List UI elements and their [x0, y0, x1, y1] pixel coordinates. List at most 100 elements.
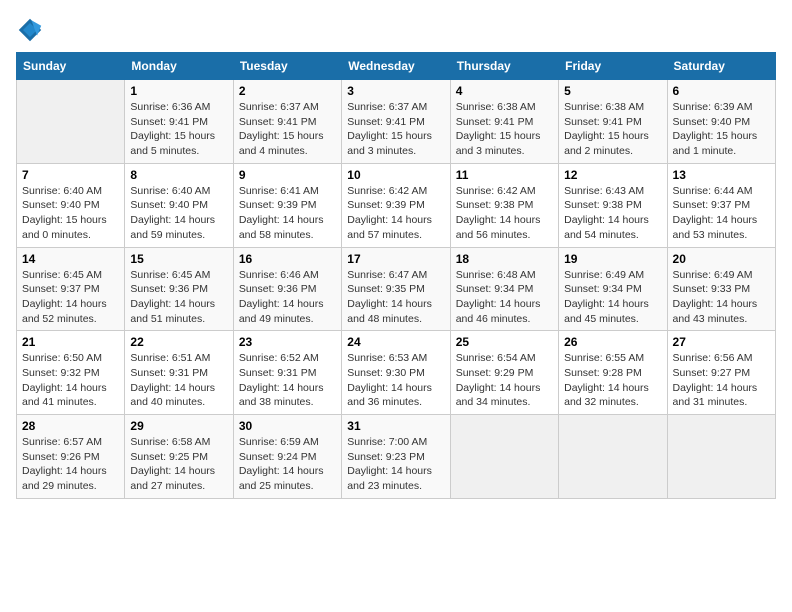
day-number: 5 [564, 84, 661, 98]
page-header [16, 16, 776, 44]
calendar-cell: 27Sunrise: 6:56 AMSunset: 9:27 PMDayligh… [667, 331, 775, 415]
calendar-cell: 19Sunrise: 6:49 AMSunset: 9:34 PMDayligh… [559, 247, 667, 331]
cell-content: Sunrise: 6:52 AM [239, 351, 336, 366]
day-number: 28 [22, 419, 119, 433]
cell-content: Sunset: 9:40 PM [130, 198, 227, 213]
cell-content: Sunset: 9:41 PM [239, 115, 336, 130]
day-number: 18 [456, 252, 553, 266]
cell-content: and 2 minutes. [564, 144, 661, 159]
cell-content: and 32 minutes. [564, 395, 661, 410]
calendar-cell: 25Sunrise: 6:54 AMSunset: 9:29 PMDayligh… [450, 331, 558, 415]
day-number: 10 [347, 168, 444, 182]
cell-content: and 25 minutes. [239, 479, 336, 494]
day-number: 12 [564, 168, 661, 182]
calendar-cell: 1Sunrise: 6:36 AMSunset: 9:41 PMDaylight… [125, 80, 233, 164]
cell-content: Sunrise: 6:57 AM [22, 435, 119, 450]
calendar-cell: 16Sunrise: 6:46 AMSunset: 9:36 PMDayligh… [233, 247, 341, 331]
day-number: 4 [456, 84, 553, 98]
cell-content: and 0 minutes. [22, 228, 119, 243]
calendar-cell: 3Sunrise: 6:37 AMSunset: 9:41 PMDaylight… [342, 80, 450, 164]
cell-content: and 56 minutes. [456, 228, 553, 243]
cell-content: Sunrise: 6:37 AM [239, 100, 336, 115]
header-day-monday: Monday [125, 53, 233, 80]
cell-content: Sunrise: 6:51 AM [130, 351, 227, 366]
calendar-cell: 15Sunrise: 6:45 AMSunset: 9:36 PMDayligh… [125, 247, 233, 331]
calendar-cell: 9Sunrise: 6:41 AMSunset: 9:39 PMDaylight… [233, 163, 341, 247]
calendar-cell: 23Sunrise: 6:52 AMSunset: 9:31 PMDayligh… [233, 331, 341, 415]
calendar-cell: 6Sunrise: 6:39 AMSunset: 9:40 PMDaylight… [667, 80, 775, 164]
calendar-cell: 29Sunrise: 6:58 AMSunset: 9:25 PMDayligh… [125, 415, 233, 499]
cell-content: Sunrise: 6:53 AM [347, 351, 444, 366]
cell-content: Sunset: 9:23 PM [347, 450, 444, 465]
cell-content: Sunrise: 6:50 AM [22, 351, 119, 366]
header-day-tuesday: Tuesday [233, 53, 341, 80]
cell-content: and 48 minutes. [347, 312, 444, 327]
cell-content: Sunset: 9:31 PM [239, 366, 336, 381]
cell-content: Daylight: 14 hours [130, 464, 227, 479]
cell-content: Sunrise: 6:38 AM [564, 100, 661, 115]
cell-content: Sunrise: 6:44 AM [673, 184, 770, 199]
calendar-cell: 12Sunrise: 6:43 AMSunset: 9:38 PMDayligh… [559, 163, 667, 247]
cell-content: Sunrise: 6:48 AM [456, 268, 553, 283]
calendar-cell: 11Sunrise: 6:42 AMSunset: 9:38 PMDayligh… [450, 163, 558, 247]
day-number: 29 [130, 419, 227, 433]
header-day-thursday: Thursday [450, 53, 558, 80]
cell-content: Sunset: 9:32 PM [22, 366, 119, 381]
cell-content: Daylight: 14 hours [22, 381, 119, 396]
cell-content: and 36 minutes. [347, 395, 444, 410]
day-number: 23 [239, 335, 336, 349]
cell-content: and 59 minutes. [130, 228, 227, 243]
cell-content: Daylight: 15 hours [22, 213, 119, 228]
cell-content: Daylight: 14 hours [130, 297, 227, 312]
calendar-week-5: 28Sunrise: 6:57 AMSunset: 9:26 PMDayligh… [17, 415, 776, 499]
cell-content: Sunrise: 6:49 AM [564, 268, 661, 283]
day-number: 30 [239, 419, 336, 433]
calendar-table: SundayMondayTuesdayWednesdayThursdayFrid… [16, 52, 776, 499]
day-number: 13 [673, 168, 770, 182]
calendar-cell [450, 415, 558, 499]
day-number: 16 [239, 252, 336, 266]
cell-content: Sunset: 9:39 PM [239, 198, 336, 213]
calendar-cell: 28Sunrise: 6:57 AMSunset: 9:26 PMDayligh… [17, 415, 125, 499]
cell-content: Daylight: 14 hours [673, 381, 770, 396]
cell-content: Daylight: 14 hours [239, 464, 336, 479]
cell-content: Sunset: 9:38 PM [456, 198, 553, 213]
cell-content: Sunrise: 6:45 AM [22, 268, 119, 283]
cell-content: Daylight: 15 hours [673, 129, 770, 144]
cell-content: and 57 minutes. [347, 228, 444, 243]
day-number: 11 [456, 168, 553, 182]
cell-content: Daylight: 14 hours [22, 297, 119, 312]
day-number: 17 [347, 252, 444, 266]
cell-content: Sunrise: 6:59 AM [239, 435, 336, 450]
cell-content: and 41 minutes. [22, 395, 119, 410]
header-day-saturday: Saturday [667, 53, 775, 80]
cell-content: and 4 minutes. [239, 144, 336, 159]
calendar-week-4: 21Sunrise: 6:50 AMSunset: 9:32 PMDayligh… [17, 331, 776, 415]
cell-content: Sunset: 9:40 PM [22, 198, 119, 213]
day-number: 27 [673, 335, 770, 349]
cell-content: and 53 minutes. [673, 228, 770, 243]
day-number: 26 [564, 335, 661, 349]
cell-content: Sunset: 9:41 PM [130, 115, 227, 130]
cell-content: Daylight: 15 hours [239, 129, 336, 144]
cell-content: and 38 minutes. [239, 395, 336, 410]
day-number: 25 [456, 335, 553, 349]
cell-content: Daylight: 15 hours [456, 129, 553, 144]
cell-content: Sunrise: 6:40 AM [22, 184, 119, 199]
cell-content: Daylight: 14 hours [347, 381, 444, 396]
cell-content: Daylight: 14 hours [347, 297, 444, 312]
day-number: 9 [239, 168, 336, 182]
day-number: 31 [347, 419, 444, 433]
cell-content: Sunset: 9:30 PM [347, 366, 444, 381]
cell-content: Sunset: 9:37 PM [22, 282, 119, 297]
cell-content: Sunrise: 6:56 AM [673, 351, 770, 366]
day-number: 19 [564, 252, 661, 266]
cell-content: Sunrise: 6:49 AM [673, 268, 770, 283]
day-number: 6 [673, 84, 770, 98]
cell-content: Daylight: 14 hours [130, 381, 227, 396]
day-number: 24 [347, 335, 444, 349]
cell-content: and 31 minutes. [673, 395, 770, 410]
cell-content: Daylight: 15 hours [130, 129, 227, 144]
cell-content: Sunrise: 6:54 AM [456, 351, 553, 366]
cell-content: Sunset: 9:41 PM [564, 115, 661, 130]
